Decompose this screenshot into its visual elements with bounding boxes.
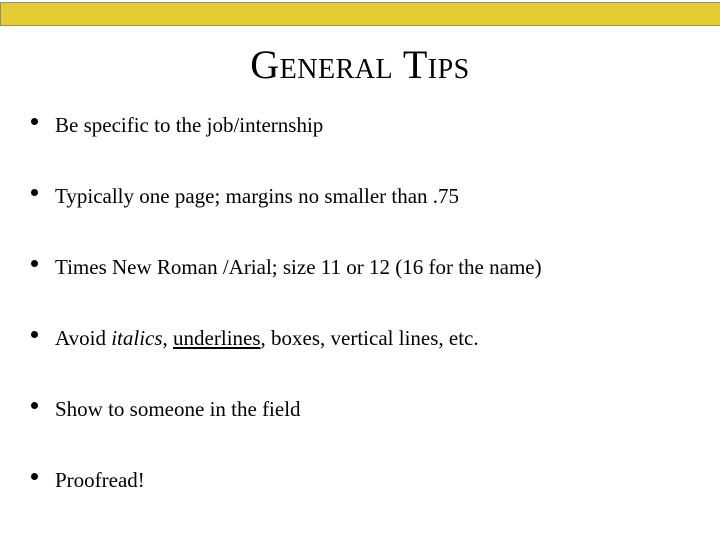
list-item: Times New Roman /Arial; size 11 or 12 (1… bbox=[0, 254, 720, 325]
text-run: , boxes, vertical lines, etc. bbox=[260, 326, 479, 350]
list-item: Avoid italics, underlines, boxes, vertic… bbox=[0, 325, 720, 396]
bullet-dot-icon bbox=[31, 118, 38, 125]
list-item-label: Times New Roman /Arial; size 11 or 12 (1… bbox=[55, 254, 720, 280]
emphasis-underline: underlines bbox=[173, 326, 261, 350]
text-run: Be specific to the job/internship bbox=[55, 113, 324, 137]
bullet-dot-icon bbox=[31, 402, 38, 409]
bullet-list: Be specific to the job/internship Typical… bbox=[0, 112, 720, 538]
bullet-dot-icon bbox=[31, 260, 38, 267]
list-item-label: Typically one page; margins no smaller t… bbox=[55, 183, 720, 209]
text-run: , bbox=[162, 326, 174, 350]
top-banner-left-edge bbox=[0, 2, 1, 26]
emphasis-italic: italics bbox=[111, 326, 163, 350]
text-run: Times New Roman /Arial; size 11 or 12 (1… bbox=[55, 255, 542, 279]
text-run: Typically one page; margins no smaller t… bbox=[55, 184, 460, 208]
list-item-label: Be specific to the job/internship bbox=[55, 112, 720, 138]
bullet-dot-icon bbox=[31, 473, 38, 480]
bullet-dot-icon bbox=[31, 331, 38, 338]
list-item-label: Avoid italics, underlines, boxes, vertic… bbox=[55, 325, 720, 351]
list-item: Be specific to the job/internship bbox=[0, 112, 720, 183]
text-run: Avoid bbox=[55, 326, 112, 350]
list-item: Proofread! bbox=[0, 467, 720, 538]
top-banner-bar bbox=[0, 2, 720, 26]
list-item-label: Show to someone in the field bbox=[55, 396, 720, 422]
bullet-dot-icon bbox=[31, 189, 38, 196]
list-item-label: Proofread! bbox=[55, 467, 720, 493]
text-run: Proofread! bbox=[55, 468, 145, 492]
presentation-slide: General Tips Be specific to the job/inte… bbox=[0, 0, 720, 540]
list-item: Show to someone in the field bbox=[0, 396, 720, 467]
page-title: General Tips bbox=[250, 42, 470, 87]
text-run: Show to someone in the field bbox=[55, 397, 301, 421]
list-item: Typically one page; margins no smaller t… bbox=[0, 183, 720, 254]
title-block: General Tips bbox=[0, 44, 720, 86]
